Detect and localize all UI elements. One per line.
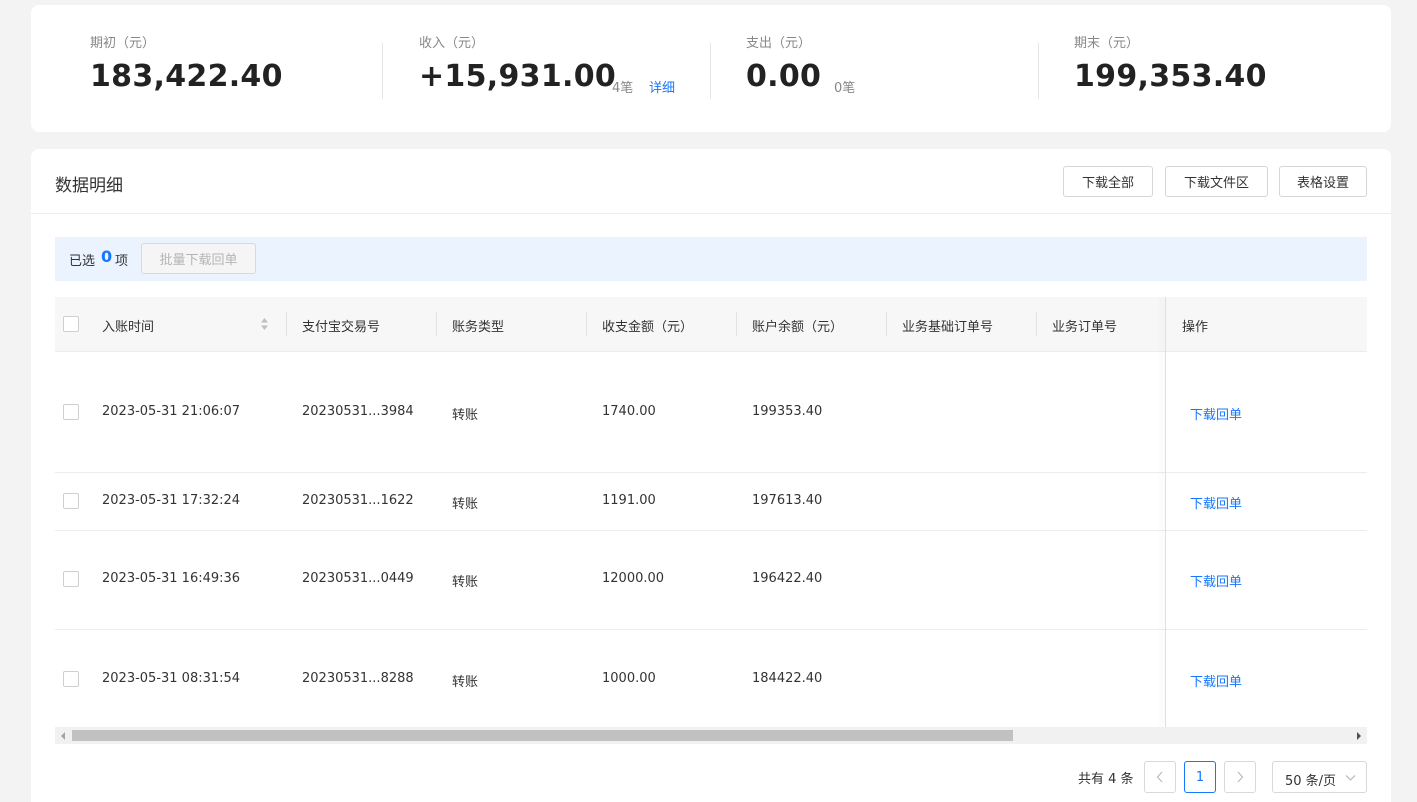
income-count: 4笔 [612, 81, 634, 96]
batch-download-button[interactable]: 批量下载回单 [141, 243, 256, 274]
cell-time: 2023-05-31 21:06:07 [102, 404, 241, 419]
col-trade-no: 支付宝交易号 [302, 320, 381, 335]
cell-amount: 1740.00 [602, 404, 656, 419]
scroll-left-icon[interactable] [61, 732, 65, 740]
cell-time: 2023-05-31 17:32:24 [102, 493, 241, 508]
col-action: 操作 [1182, 320, 1209, 335]
row-checkbox[interactable] [63, 571, 79, 587]
total-count: 共有 4 条 [1078, 772, 1134, 787]
table-settings-button[interactable]: 表格设置 [1279, 166, 1367, 197]
cell-time: 2023-05-31 16:49:36 [102, 571, 241, 586]
closing-value: 199,353.40 [1074, 59, 1267, 94]
col-type: 账务类型 [452, 320, 505, 335]
cell-balance: 196422.40 [752, 571, 823, 586]
scroll-right-icon[interactable] [1357, 732, 1361, 740]
table-row: 2023-05-31 16:49:36 20230531...0449 转账 1… [55, 531, 1367, 630]
selected-prefix: 已选 [69, 254, 96, 269]
income-label: 收入（元） [419, 36, 485, 51]
sort-icon[interactable] [260, 317, 269, 331]
selection-bar: 已选 0 项 批量下载回单 [55, 237, 1367, 281]
download-area-button[interactable]: 下载文件区 [1165, 166, 1268, 197]
column-separator [436, 312, 437, 336]
data-table: 入账时间 支付宝交易号 账务类型 收支金额（元） 账户余额（元） 业务基础订单号… [55, 297, 1367, 727]
chevron-left-icon [1156, 771, 1163, 783]
page-size-value: 50 条/页 [1285, 774, 1337, 789]
detail-title: 数据明细 [55, 176, 123, 196]
chevron-down-icon [1345, 775, 1356, 781]
row-checkbox[interactable] [63, 493, 79, 509]
detail-card: 数据明细 下载全部 下载文件区 表格设置 已选 0 项 批量下载回单 入账时间 … [31, 149, 1391, 802]
column-separator [886, 312, 887, 336]
cell-trade-no: 20230531...3984 [302, 404, 414, 419]
next-page-button[interactable] [1224, 761, 1256, 793]
cell-amount: 12000.00 [602, 571, 665, 586]
cell-trade-no: 20230531...8288 [302, 671, 414, 686]
selected-suffix: 项 [115, 254, 129, 269]
divider [1038, 43, 1039, 99]
download-receipt-link[interactable]: 下载回单 [1190, 493, 1242, 512]
column-separator [1036, 312, 1037, 336]
closing-label: 期末（元） [1074, 36, 1140, 51]
prev-page-button[interactable] [1144, 761, 1176, 793]
cell-balance: 199353.40 [752, 404, 823, 419]
download-all-button[interactable]: 下载全部 [1063, 166, 1153, 197]
page-size-select[interactable]: 50 条/页 [1272, 761, 1367, 793]
cell-time: 2023-05-31 08:31:54 [102, 671, 241, 686]
cell-balance: 184422.40 [752, 671, 823, 686]
horizontal-scrollbar[interactable] [55, 727, 1367, 744]
cell-type: 转账 [452, 497, 479, 512]
column-separator [286, 312, 287, 336]
cell-type: 转账 [452, 575, 479, 590]
opening-label: 期初（元） [90, 36, 156, 51]
col-amount: 收支金额（元） [602, 320, 694, 335]
cell-balance: 197613.40 [752, 493, 823, 508]
divider [31, 213, 1391, 214]
page-1-button[interactable]: 1 [1184, 761, 1216, 793]
chevron-right-icon [1237, 771, 1244, 783]
scrollbar-thumb[interactable] [72, 730, 1013, 741]
cell-type: 转账 [452, 675, 479, 690]
income-value: +15,931.00 [419, 59, 617, 94]
divider [710, 43, 711, 99]
expense-count: 0笔 [834, 81, 856, 96]
cell-type: 转账 [452, 408, 479, 423]
download-receipt-link[interactable]: 下载回单 [1190, 571, 1242, 590]
col-base-order: 业务基础订单号 [902, 320, 994, 335]
income-detail-link[interactable]: 详细 [649, 77, 675, 96]
cell-trade-no: 20230531...0449 [302, 571, 414, 586]
col-time[interactable]: 入账时间 [102, 316, 154, 335]
cell-amount: 1191.00 [602, 493, 656, 508]
select-all-checkbox[interactable] [63, 316, 79, 332]
opening-value: 183,422.40 [90, 59, 283, 94]
table-row: 2023-05-31 17:32:24 20230531...1622 转账 1… [55, 473, 1367, 531]
expense-value: 0.00 [746, 59, 822, 94]
col-balance: 账户余额（元） [752, 320, 844, 335]
row-checkbox[interactable] [63, 671, 79, 687]
cell-amount: 1000.00 [602, 671, 656, 686]
table-header: 入账时间 支付宝交易号 账务类型 收支金额（元） 账户余额（元） 业务基础订单号… [55, 297, 1367, 352]
cell-trade-no: 20230531...1622 [302, 493, 414, 508]
table-row: 2023-05-31 21:06:07 20230531...3984 转账 1… [55, 352, 1367, 473]
column-separator [586, 312, 587, 336]
col-order: 业务订单号 [1052, 320, 1118, 335]
summary-card: 期初（元） 183,422.40 收入（元） +15,931.00 4笔 详细 … [31, 5, 1391, 132]
download-receipt-link[interactable]: 下载回单 [1190, 404, 1242, 423]
selected-count: 0 [101, 247, 113, 266]
expense-label: 支出（元） [746, 36, 812, 51]
download-receipt-link[interactable]: 下载回单 [1190, 671, 1242, 690]
row-checkbox[interactable] [63, 404, 79, 420]
column-separator [736, 312, 737, 336]
fixed-column-divider [1165, 297, 1166, 727]
divider [382, 43, 383, 99]
table-row: 2023-05-31 08:31:54 20230531...8288 转账 1… [55, 630, 1367, 727]
